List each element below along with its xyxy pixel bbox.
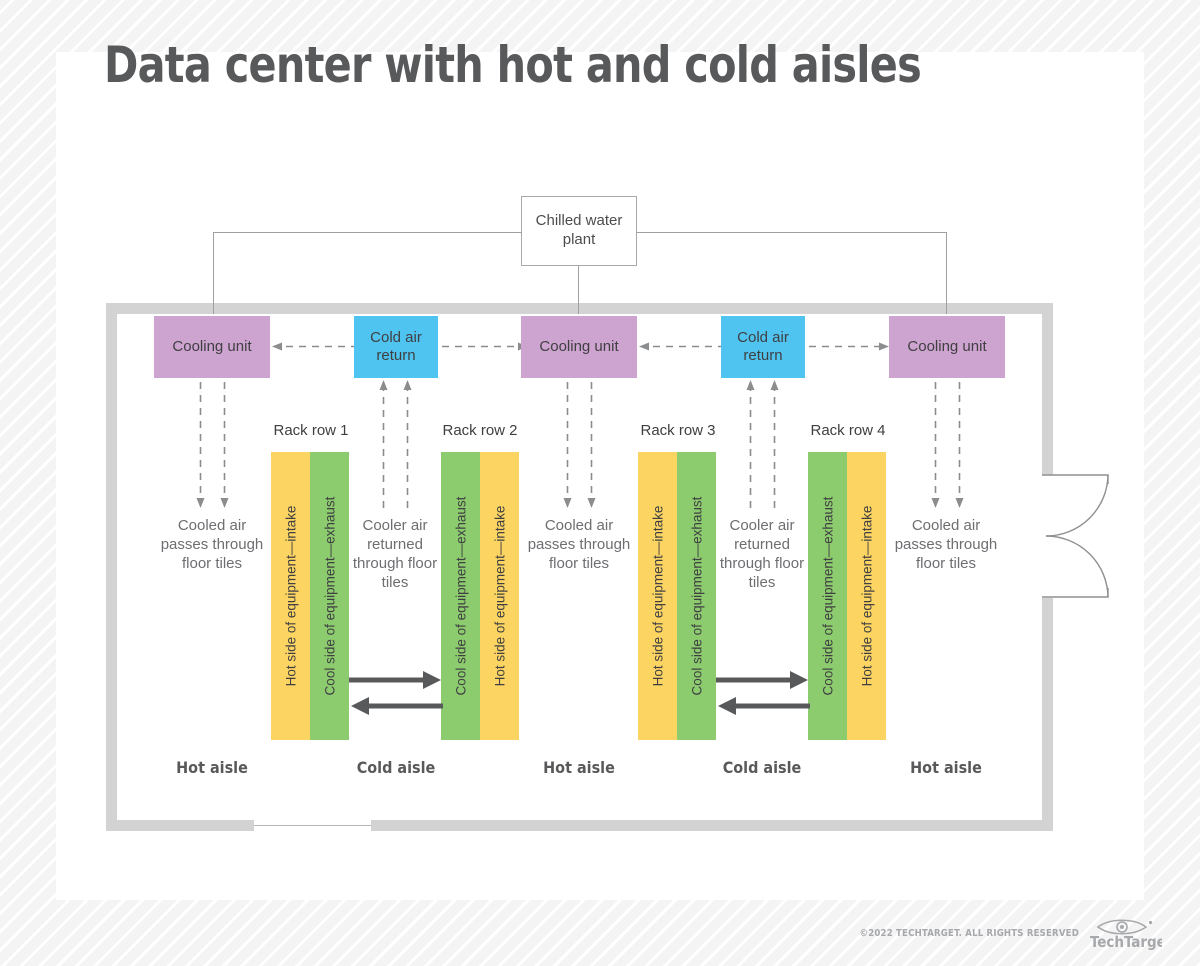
airflow-arrow-return2-to-unit3 bbox=[809, 342, 889, 351]
rack-row-1-label: Rack row 1 bbox=[273, 422, 349, 439]
pipe-left-drop bbox=[213, 232, 214, 314]
room-wall-bottom-right bbox=[371, 820, 1053, 831]
cooling-unit-2-label: Cooling unit bbox=[539, 338, 619, 355]
rack-row-1-hot-side-label: Hot side of equipment—intake bbox=[283, 505, 298, 687]
rack-row-2-hot-side: Hot side of equipment—intake bbox=[480, 452, 519, 740]
rack-row-1-cool-side-label: Cool side of equipment—exhaust bbox=[322, 496, 337, 696]
airflow-up-2a bbox=[379, 380, 388, 508]
flow-caption-2: Cooler air returned through floor tiles bbox=[352, 517, 438, 591]
rack-row-4-label: Rack row 4 bbox=[810, 422, 886, 439]
pipe-right-drop bbox=[946, 232, 947, 314]
cold-air-return-2-label: Cold air return bbox=[737, 329, 789, 364]
eye-icon bbox=[1096, 919, 1153, 935]
rack-row-3-hot-side: Hot side of equipment—intake bbox=[638, 452, 677, 740]
room-wall-left bbox=[106, 303, 117, 831]
airflow-down-1b bbox=[220, 382, 229, 508]
chilled-water-plant-box[interactable]: Chilled water plant bbox=[521, 196, 637, 266]
techtarget-wordmark: TechTarget bbox=[1090, 933, 1162, 950]
cold-aisle-2-arrows bbox=[716, 671, 810, 715]
cooling-unit-2[interactable]: Cooling unit bbox=[521, 316, 637, 378]
cooling-unit-3-label: Cooling unit bbox=[907, 338, 987, 355]
pipe-center-drop bbox=[578, 266, 579, 314]
flow-caption-3: Cooled air passes through floor tiles bbox=[527, 517, 631, 572]
cold-air-return-1[interactable]: Cold air return bbox=[354, 316, 438, 378]
airflow-down-5b bbox=[955, 382, 964, 508]
pipe-plant-to-right bbox=[637, 232, 947, 233]
airflow-up-4a bbox=[746, 380, 755, 508]
flow-caption-1: Cooled air passes through floor tiles bbox=[160, 517, 264, 572]
rack-row-1[interactable]: Hot side of equipment—intake Cool side o… bbox=[271, 452, 349, 740]
rack-row-4-hot-side-label: Hot side of equipment—intake bbox=[859, 505, 874, 687]
cold-air-return-2[interactable]: Cold air return bbox=[721, 316, 805, 378]
room-wall-bottom-left bbox=[106, 820, 254, 831]
aisle-label-4: Cold aisle bbox=[722, 758, 802, 777]
room-wall-right-upper bbox=[1042, 303, 1053, 475]
airflow-down-5a bbox=[931, 382, 940, 508]
cooling-unit-3[interactable]: Cooling unit bbox=[889, 316, 1005, 378]
aisle-label-2: Cold aisle bbox=[356, 758, 436, 777]
copyright-text: ©2022 TECHTARGET. ALL RIGHTS RESERVED bbox=[859, 927, 1079, 939]
rack-row-1-hot-side: Hot side of equipment—intake bbox=[271, 452, 310, 740]
rack-row-3[interactable]: Hot side of equipment—intake Cool side o… bbox=[638, 452, 716, 740]
airflow-arrow-return1-to-unit2 bbox=[442, 342, 528, 351]
airflow-up-4b bbox=[770, 380, 779, 508]
aisle-label-5: Hot aisle bbox=[910, 758, 982, 777]
rack-row-1-cool-side: Cool side of equipment—exhaust bbox=[310, 452, 349, 740]
page-title: Data center with hot and cold aisles bbox=[104, 36, 922, 94]
room-wall-top bbox=[106, 303, 1053, 314]
rack-row-2-hot-side-label: Hot side of equipment—intake bbox=[492, 505, 507, 687]
rack-row-3-cool-side: Cool side of equipment—exhaust bbox=[677, 452, 716, 740]
cooling-unit-1[interactable]: Cooling unit bbox=[154, 316, 270, 378]
flow-caption-5: Cooled air passes through floor tiles bbox=[894, 517, 998, 572]
footer: ©2022 TECHTARGET. ALL RIGHTS RESERVED Te… bbox=[860, 916, 1162, 950]
rack-row-4-cool-side: Cool side of equipment—exhaust bbox=[808, 452, 847, 740]
rack-row-2-label: Rack row 2 bbox=[442, 422, 518, 439]
airflow-up-2b bbox=[403, 380, 412, 508]
cold-air-return-1-label: Cold air return bbox=[370, 329, 422, 364]
rack-row-3-cool-side-label: Cool side of equipment—exhaust bbox=[689, 496, 704, 696]
door-swing-icon bbox=[1042, 474, 1109, 598]
rack-row-4-cool-side-label: Cool side of equipment—exhaust bbox=[820, 496, 835, 696]
aisle-label-3: Hot aisle bbox=[543, 758, 615, 777]
techtarget-logo: TechTarget bbox=[1090, 919, 1162, 950]
rack-row-4-hot-side: Hot side of equipment—intake bbox=[847, 452, 886, 740]
rack-row-2-cool-side-label: Cool side of equipment—exhaust bbox=[453, 496, 468, 696]
rack-row-4[interactable]: Cool side of equipment—exhaust Hot side … bbox=[808, 452, 886, 740]
cold-aisle-1-arrows bbox=[349, 671, 443, 715]
airflow-arrow-return2-to-unit2 bbox=[639, 342, 725, 351]
rack-row-2-cool-side: Cool side of equipment—exhaust bbox=[441, 452, 480, 740]
rack-row-3-hot-side-label: Hot side of equipment—intake bbox=[650, 505, 665, 687]
airflow-arrow-return1-to-unit1 bbox=[272, 342, 358, 351]
floor-doorway-threshold bbox=[254, 825, 371, 826]
pipe-plant-to-left bbox=[213, 232, 522, 233]
airflow-down-3b bbox=[587, 382, 596, 508]
cooling-unit-1-label: Cooling unit bbox=[172, 338, 252, 355]
chilled-water-plant-label: Chilled water plant bbox=[535, 212, 623, 248]
airflow-down-3a bbox=[563, 382, 572, 508]
flow-caption-4: Cooler air returned through floor tiles bbox=[719, 517, 805, 591]
rack-row-3-label: Rack row 3 bbox=[640, 422, 716, 439]
room-wall-right-lower bbox=[1042, 598, 1053, 831]
aisle-label-1: Hot aisle bbox=[176, 758, 248, 777]
airflow-down-1a bbox=[196, 382, 205, 508]
rack-row-2[interactable]: Cool side of equipment—exhaust Hot side … bbox=[441, 452, 519, 740]
